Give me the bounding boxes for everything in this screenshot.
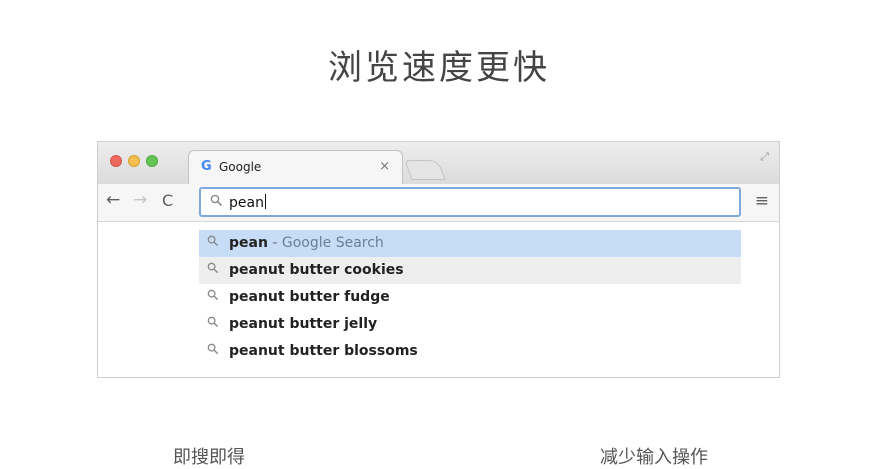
suggestion-item[interactable]: peanut butter jelly (199, 311, 741, 338)
fullscreen-icon[interactable]: ⤢ (760, 150, 769, 164)
caption-left: 即搜即得 (173, 447, 245, 468)
address-bar[interactable]: pean (199, 187, 741, 217)
new-tab-button[interactable] (404, 160, 446, 180)
suggestion-list: pean - Google Search peanut butter cooki… (199, 230, 741, 365)
text-caret (264, 194, 266, 209)
tab-title: Google (219, 160, 262, 174)
search-icon (207, 311, 219, 338)
google-favicon-icon: G (201, 159, 212, 174)
tab-close-icon[interactable]: × (379, 159, 390, 174)
menu-icon[interactable]: ≡ (755, 191, 769, 211)
search-icon (207, 284, 219, 311)
suggestion-item[interactable]: pean - Google Search (199, 230, 741, 257)
suggestion-item[interactable]: peanut butter cookies (199, 257, 741, 284)
tab-google[interactable]: G Google × (188, 150, 403, 184)
suggestion-completion: butter cookies (289, 262, 404, 278)
minimize-window-button[interactable] (128, 155, 140, 167)
search-icon (207, 230, 219, 257)
suggestion-provider: Google Search (281, 235, 384, 251)
close-window-button[interactable] (110, 155, 122, 167)
suggestion-query: pean (229, 235, 268, 251)
search-icon (207, 257, 219, 284)
suggestion-prefix: peanut (229, 289, 290, 305)
browser-window: G Google × ⤢ ← → C pean ≡ pean - Google … (97, 141, 780, 378)
title-bar: G Google × ⤢ (98, 142, 779, 184)
browser-toolbar: ← → C pean ≡ (98, 184, 779, 222)
suggestion-prefix: peanut (229, 316, 290, 332)
search-icon (210, 194, 223, 211)
suggestion-item[interactable]: peanut butter fudge (199, 284, 741, 311)
forward-button[interactable]: → (133, 190, 147, 210)
maximize-window-button[interactable] (146, 155, 158, 167)
back-button[interactable]: ← (106, 190, 120, 210)
suggestion-item[interactable]: peanut butter blossoms (199, 338, 741, 365)
suggestion-completion: butter jelly (289, 316, 378, 332)
address-bar-text: pean (229, 194, 266, 211)
reload-button[interactable]: C (162, 191, 173, 210)
suggestion-separator: - (267, 235, 282, 251)
suggestion-completion: butter fudge (289, 289, 390, 305)
suggestion-completion: butter blossoms (289, 343, 418, 359)
suggestion-prefix: peanut (229, 343, 290, 359)
caption-right: 减少输入操作 (600, 447, 708, 468)
page-headline: 浏览速度更快 (328, 48, 550, 88)
suggestion-prefix: peanut (229, 262, 290, 278)
search-icon (207, 338, 219, 365)
